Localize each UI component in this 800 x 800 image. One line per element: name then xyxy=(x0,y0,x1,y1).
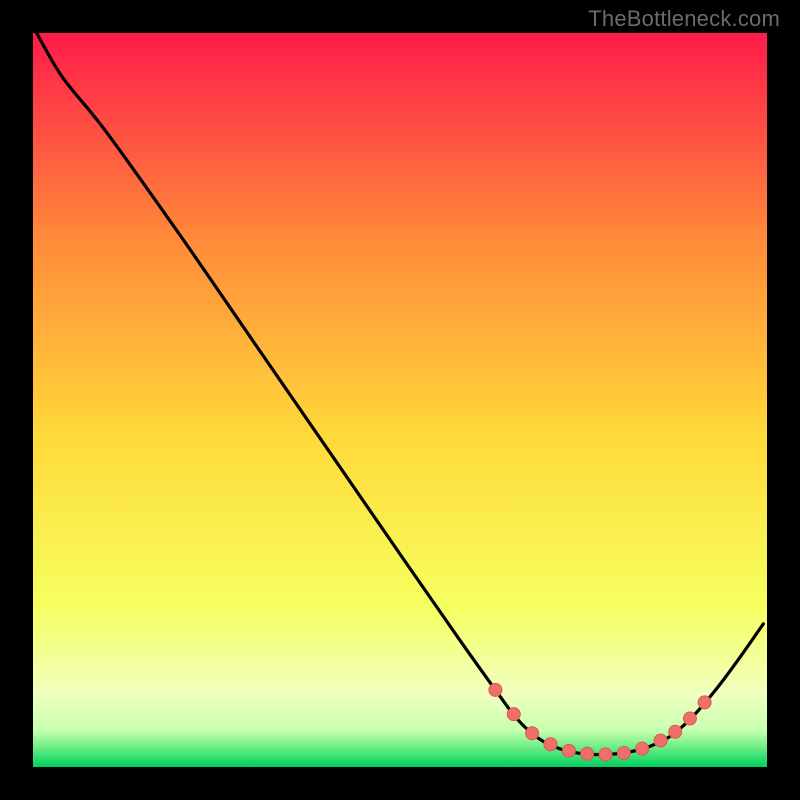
marker-dot xyxy=(698,696,711,709)
marker-dot xyxy=(507,708,520,721)
marker-dot xyxy=(562,744,575,757)
marker-dot xyxy=(581,747,594,760)
marker-dot xyxy=(544,738,557,751)
marker-dot xyxy=(526,727,539,740)
marker-dot xyxy=(617,747,630,760)
marker-dot xyxy=(636,742,649,755)
marker-dot xyxy=(654,734,667,747)
marker-dot xyxy=(669,725,682,738)
marker-dot xyxy=(599,748,612,761)
gradient-plot-area xyxy=(33,33,767,767)
chart-svg xyxy=(0,0,800,800)
marker-dot xyxy=(683,712,696,725)
marker-dot xyxy=(489,683,502,696)
chart-stage: TheBottleneck.com xyxy=(0,0,800,800)
